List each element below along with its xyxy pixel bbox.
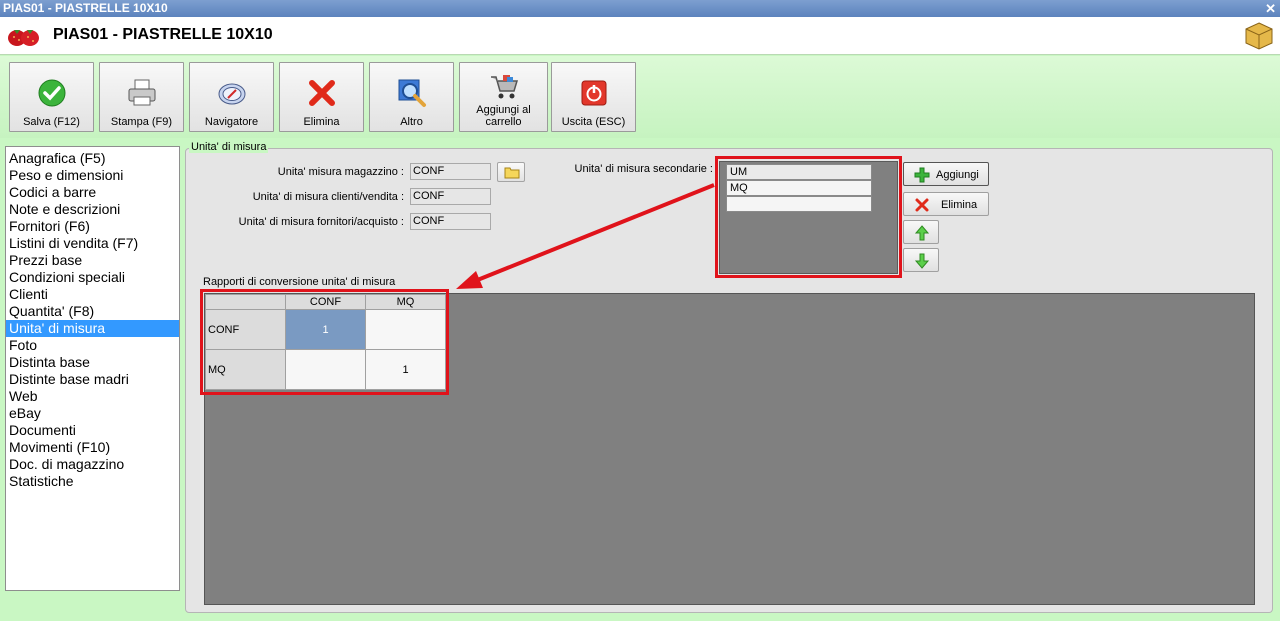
print-button[interactable]: Stampa (F9): [99, 62, 184, 132]
nav-item-distinta-base[interactable]: Distinta base: [6, 354, 179, 371]
nav-item-distinte-base-madri[interactable]: Distinte base madri: [6, 371, 179, 388]
delete-unit-label: Elimina: [941, 199, 978, 211]
nav-item-doc-magazzino[interactable]: Doc. di magazzino: [6, 456, 179, 473]
conversion-table-highlight: [200, 289, 449, 395]
nav-item-clienti[interactable]: Clienti: [6, 286, 179, 303]
save-label: Salva (F12): [23, 116, 80, 128]
more-label: Altro: [400, 116, 423, 128]
package-box-icon: [1245, 22, 1273, 50]
delete-x-icon: [308, 80, 335, 106]
delete-x-icon: [915, 198, 929, 212]
page-title: PIAS01 - PIASTRELLE 10X10: [53, 26, 273, 43]
window-titlebar: PIAS01 - PIASTRELLE 10X10 ✕: [0, 0, 1280, 17]
nav-item-statistiche[interactable]: Statistiche: [6, 473, 179, 490]
nav-item-codici-barre[interactable]: Codici a barre: [6, 184, 179, 201]
add-unit-label: Aggiungi: [936, 169, 979, 181]
exit-label: Uscita (ESC): [561, 116, 626, 128]
cart-icon: [490, 75, 518, 99]
nav-item-peso-dimensioni[interactable]: Peso e dimensioni: [6, 167, 179, 184]
nav-item-unita-misura[interactable]: Unita' di misura: [6, 320, 179, 337]
add-to-cart-label: Aggiungi al carrello: [476, 104, 531, 128]
plus-icon: [914, 167, 930, 183]
secondary-units-label: Unita' di misura secondarie :: [574, 163, 713, 175]
purchase-unit-field[interactable]: CONF: [410, 213, 491, 230]
more-button[interactable]: Altro: [369, 62, 454, 132]
navigator-button[interactable]: Navigatore: [189, 62, 274, 132]
close-icon[interactable]: ✕: [1265, 0, 1276, 17]
navigator-label: Navigatore: [204, 116, 259, 128]
nav-item-condizioni-speciali[interactable]: Condizioni speciali: [6, 269, 179, 286]
check-icon: [38, 79, 65, 107]
exit-button[interactable]: Uscita (ESC): [551, 62, 636, 132]
conversion-label: Rapporti di conversione unita' di misura: [203, 276, 396, 288]
delete-button[interactable]: Elimina: [279, 62, 364, 132]
magnifier-icon: [398, 79, 426, 107]
header: PIAS01 - PIASTRELLE 10X10: [0, 17, 1280, 55]
nav-item-fornitori[interactable]: Fornitori (F6): [6, 218, 179, 235]
sales-unit-label: Unita' di misura clienti/vendita :: [252, 191, 404, 203]
power-icon: [581, 80, 606, 106]
toolbar: Salva (F12) Stampa (F9) Navigatore Elimi…: [0, 56, 1280, 138]
compass-icon: [218, 83, 245, 105]
nav-item-listini-vendita[interactable]: Listini di vendita (F7): [6, 235, 179, 252]
nav-item-note-descrizioni[interactable]: Note e descrizioni: [6, 201, 179, 218]
warehouse-unit-field[interactable]: CONF: [410, 163, 491, 180]
purchase-unit-label: Unita' di misura fornitori/acquisto :: [238, 216, 404, 228]
arrow-up-icon: [914, 225, 930, 241]
strawberry-logo-icon: [8, 30, 39, 46]
folder-icon: [504, 167, 520, 179]
window-title: PIAS01 - PIASTRELLE 10X10: [3, 1, 168, 15]
units-panel-legend: Unita' di misura: [189, 141, 269, 153]
warehouse-unit-label: Unita' misura magazzino :: [277, 166, 404, 178]
add-unit-button[interactable]: Aggiungi: [903, 162, 989, 186]
print-label: Stampa (F9): [110, 116, 173, 128]
nav-item-web[interactable]: Web: [6, 388, 179, 405]
secondary-units-highlight: [715, 156, 902, 278]
sales-unit-field[interactable]: CONF: [410, 188, 491, 205]
sidebar-nav: Anagrafica (F5) Peso e dimensioni Codici…: [5, 146, 180, 591]
nav-item-ebay[interactable]: eBay: [6, 405, 179, 422]
nav-item-foto[interactable]: Foto: [6, 337, 179, 354]
arrow-down-icon: [914, 253, 930, 269]
delete-unit-button[interactable]: Elimina: [903, 192, 989, 216]
nav-item-anagrafica[interactable]: Anagrafica (F5): [6, 150, 179, 167]
delete-label: Elimina: [303, 116, 340, 128]
nav-item-movimenti[interactable]: Movimenti (F10): [6, 439, 179, 456]
nav-item-prezzi-base[interactable]: Prezzi base: [6, 252, 179, 269]
save-button[interactable]: Salva (F12): [9, 62, 94, 132]
move-up-button[interactable]: [903, 220, 939, 244]
printer-icon: [128, 79, 155, 106]
add-to-cart-button[interactable]: Aggiungi al carrello: [459, 62, 548, 132]
nav-item-documenti[interactable]: Documenti: [6, 422, 179, 439]
move-down-button[interactable]: [903, 248, 939, 272]
nav-item-quantita[interactable]: Quantita' (F8): [6, 303, 179, 320]
browse-unit-button[interactable]: [497, 162, 525, 182]
